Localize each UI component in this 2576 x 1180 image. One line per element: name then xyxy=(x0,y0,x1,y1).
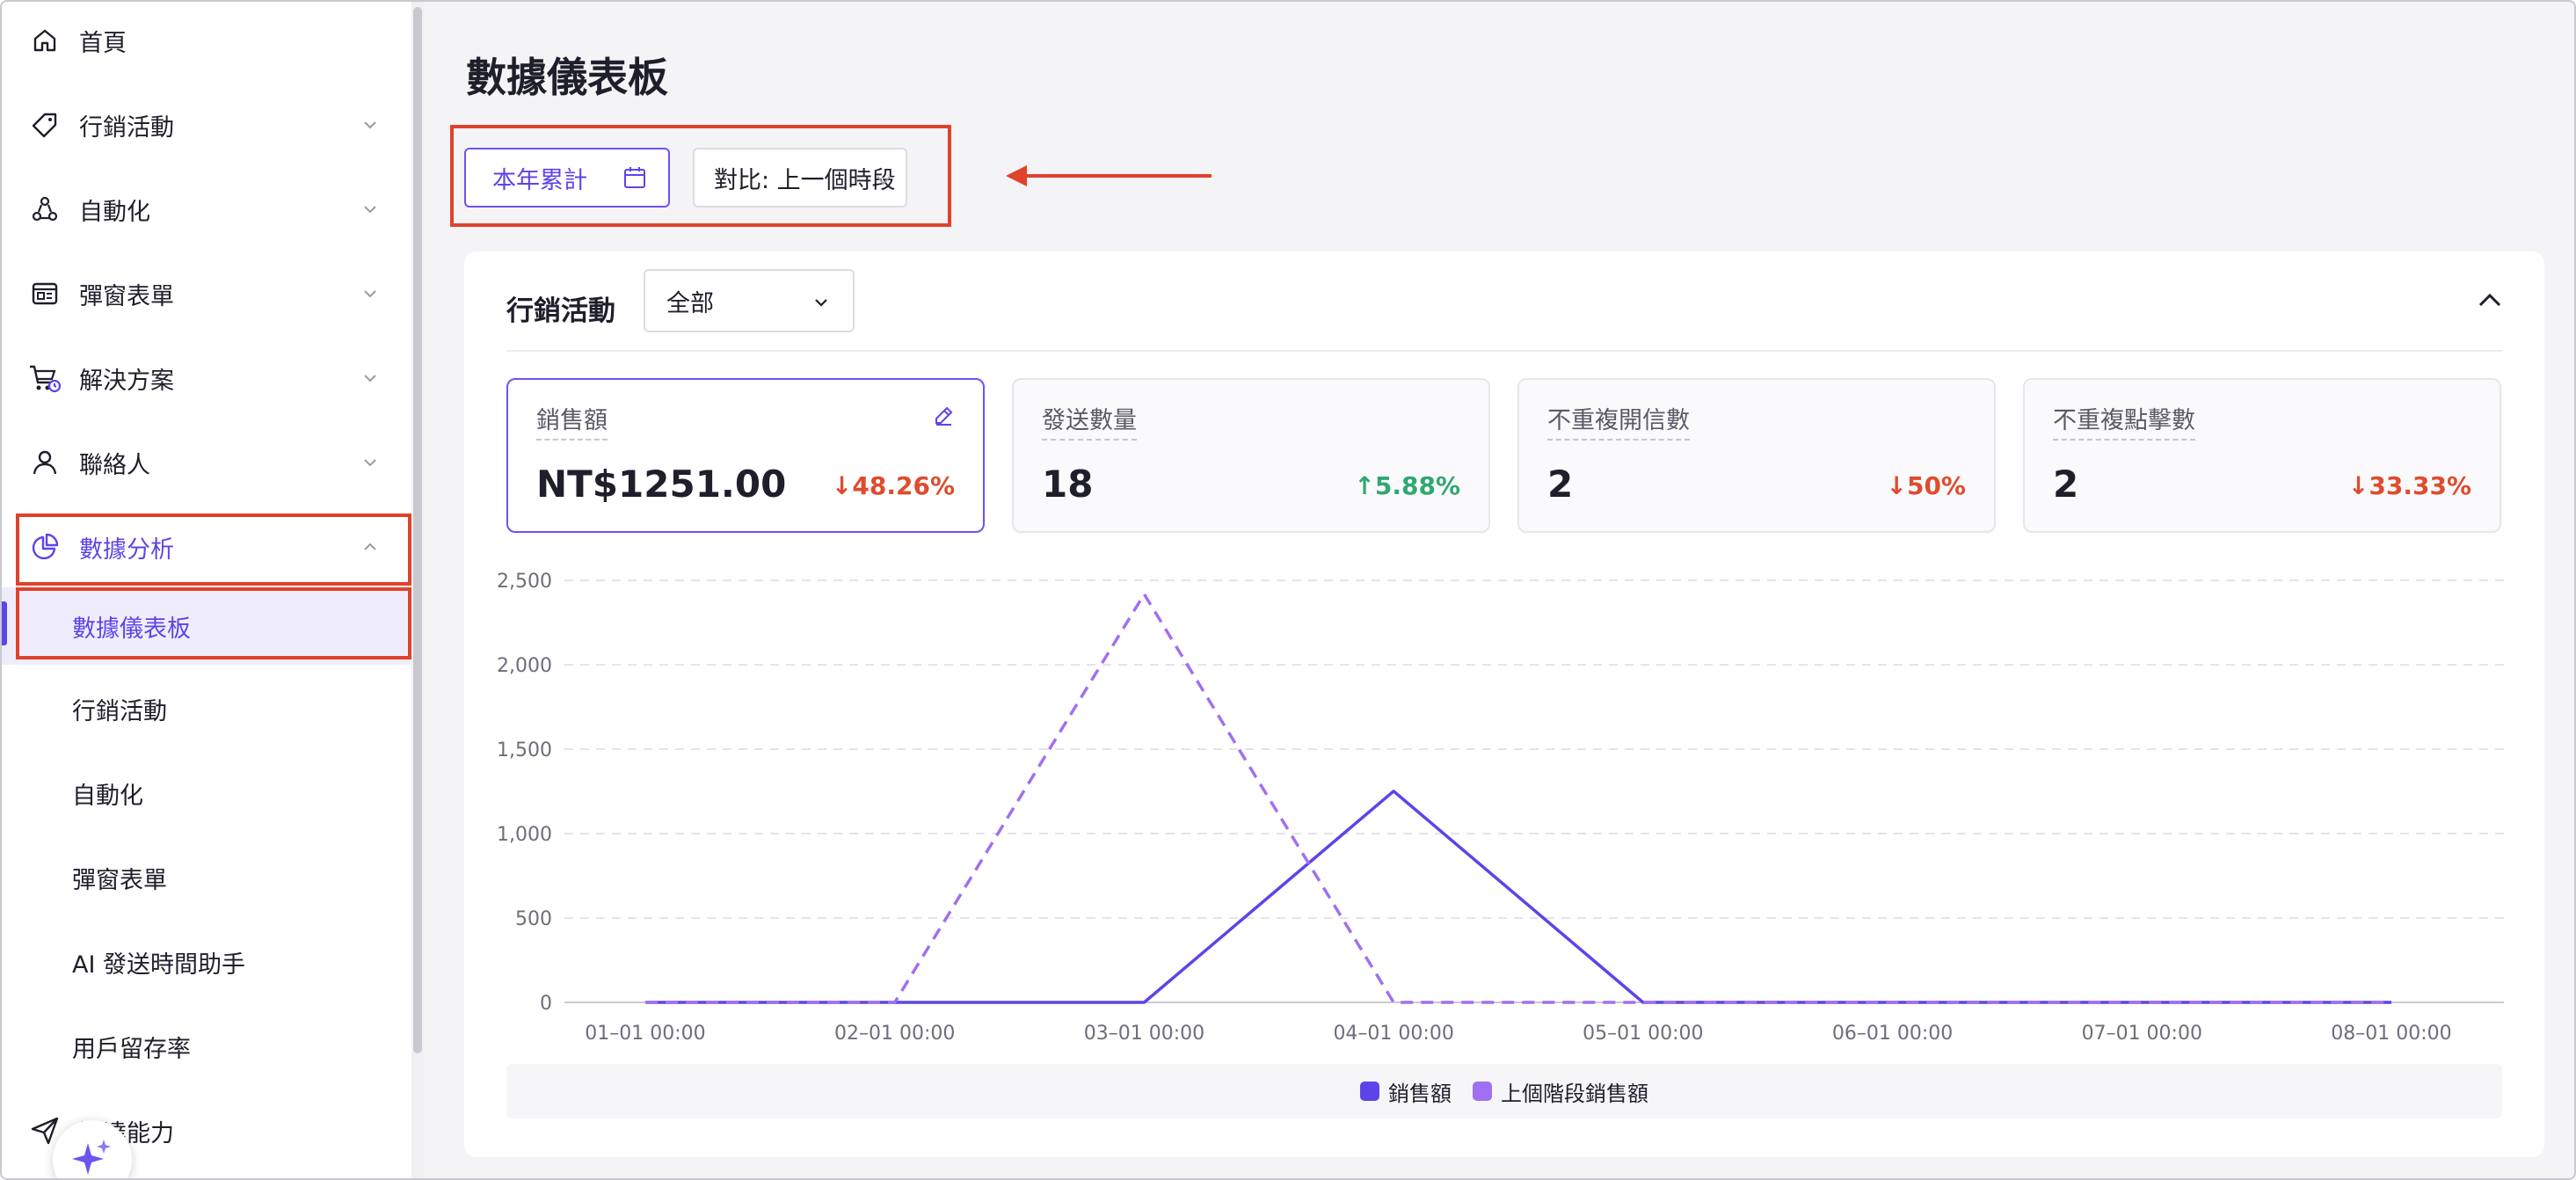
sidebar-item-label: 行銷活動 xyxy=(79,113,174,142)
sidebar-item-solutions[interactable]: 解決方案 xyxy=(2,339,411,417)
highlight-box xyxy=(16,587,411,659)
metric-label: 銷售額 xyxy=(536,401,608,441)
metric-card-sales[interactable]: 銷售額 NT$1251.00 ↓48.26% xyxy=(506,378,985,533)
chevron-down-icon xyxy=(815,299,827,307)
sidebar-subitem-popup-forms[interactable]: 彈窗表單 xyxy=(2,839,411,916)
metric-change-value: 48.26% xyxy=(852,471,955,500)
x-tick-label: 06–01 00:00 xyxy=(1832,1023,1953,1045)
series-line-2 xyxy=(645,592,2391,1004)
sidebar-item-label: 解決方案 xyxy=(79,367,174,395)
y-tick-label: 0 xyxy=(540,993,552,1015)
sidebar-item-popup-forms[interactable]: 彈窗表單 xyxy=(2,255,411,332)
y-tick-label: 2,000 xyxy=(497,655,552,677)
metric-change: ↓33.33% xyxy=(2347,471,2471,500)
chart-legend: 銷售額 上個階段銷售額 xyxy=(506,1064,2502,1118)
annotation-arrow-icon xyxy=(1006,165,1212,186)
y-tick-label: 500 xyxy=(515,908,552,930)
cart-icon xyxy=(28,361,62,395)
sidebar-item-label: 聯絡人 xyxy=(79,451,150,479)
chevron-down-icon xyxy=(364,375,376,382)
campaign-filter-value: 全部 xyxy=(666,289,714,317)
card-title: 行銷活動 xyxy=(506,295,615,327)
x-tick-label: 07–01 00:00 xyxy=(2082,1023,2202,1045)
metric-value: 2 xyxy=(2053,463,2079,506)
chevron-down-icon xyxy=(364,290,376,298)
metric-card-unique-opens[interactable]: 不重複開信數 2 ↓50% xyxy=(1517,378,1996,533)
collapse-chevron-icon[interactable] xyxy=(2476,287,2504,315)
sidebar-subitem-label: 彈窗表單 xyxy=(72,866,167,894)
sidebar-subitem-label: AI 發送時間助手 xyxy=(72,951,246,979)
metric-card-unique-clicks[interactable]: 不重複點擊數 2 ↓33.33% xyxy=(2023,378,2501,533)
y-tick-label: 1,500 xyxy=(497,739,552,761)
x-tick-label: 05–01 00:00 xyxy=(1583,1023,1703,1045)
legend-swatch xyxy=(1360,1082,1379,1101)
sidebar-subitem-campaigns[interactable]: 行銷活動 xyxy=(2,670,411,747)
home-icon xyxy=(28,24,62,57)
sidebar-subitem-retention[interactable]: 用戶留存率 xyxy=(2,1008,411,1085)
metric-change-value: 33.33% xyxy=(2369,471,2471,500)
sidebar-item-campaigns[interactable]: 行銷活動 xyxy=(2,86,411,164)
person-icon xyxy=(28,446,62,479)
metric-change: ↑5.88% xyxy=(1354,471,1460,500)
legend-label: 銷售額 xyxy=(1388,1081,1452,1106)
legend-item-previous-sales[interactable]: 上個階段銷售額 xyxy=(1473,1076,1648,1107)
legend-item-sales[interactable]: 銷售額 xyxy=(1360,1076,1452,1107)
app-window: 首頁 行銷活動 自動化 彈窗表單 解決方案 聯絡人 數據分析 數據儀表板 行銷活… xyxy=(0,0,2576,1180)
sidebar-scrollbar-thumb[interactable] xyxy=(413,7,422,1053)
x-tick-label: 01–01 00:00 xyxy=(585,1023,705,1045)
legend-label: 上個階段銷售額 xyxy=(1501,1081,1648,1106)
sidebar-item-label: 首頁 xyxy=(79,29,127,57)
y-tick-label: 2,500 xyxy=(497,571,552,593)
y-tick-label: 1,000 xyxy=(497,824,552,846)
metric-change: ↓50% xyxy=(1886,471,1967,500)
metric-value: NT$1251.00 xyxy=(536,463,787,506)
metric-value: 18 xyxy=(1042,463,1094,506)
metric-change-value: 50% xyxy=(1906,471,1966,500)
automation-icon xyxy=(28,193,62,226)
metric-change-value: 5.88% xyxy=(1374,471,1460,500)
tag-icon xyxy=(28,108,62,142)
campaign-filter-select[interactable]: 全部 xyxy=(644,269,855,332)
sidebar: 首頁 行銷活動 自動化 彈窗表單 解決方案 聯絡人 數據分析 數據儀表板 行銷活… xyxy=(2,2,411,1178)
edit-icon[interactable] xyxy=(932,404,955,427)
highlight-box xyxy=(450,125,951,227)
chevron-down-icon xyxy=(364,459,376,467)
metric-change: ↓48.26% xyxy=(831,471,955,500)
legend-swatch xyxy=(1473,1082,1492,1101)
x-tick-label: 02–01 00:00 xyxy=(834,1023,955,1045)
form-icon xyxy=(28,277,62,310)
metric-card-sent[interactable]: 發送數量 18 ↑5.88% xyxy=(1012,378,1490,533)
active-indicator xyxy=(2,601,7,645)
page-title: 數據儀表板 xyxy=(466,54,668,101)
highlight-box xyxy=(16,514,411,586)
sidebar-item-label: 彈窗表單 xyxy=(79,282,174,310)
metric-label: 不重複點擊數 xyxy=(2053,401,2195,441)
x-tick-label: 03–01 00:00 xyxy=(1084,1023,1204,1045)
sidebar-subitem-label: 用戶留存率 xyxy=(72,1035,191,1063)
sidebar-subitem-automation[interactable]: 自動化 xyxy=(2,754,411,832)
sidebar-item-contacts[interactable]: 聯絡人 xyxy=(2,424,411,501)
sidebar-item-label: 自動化 xyxy=(79,198,150,226)
metric-label: 不重複開信數 xyxy=(1547,401,1690,441)
sidebar-subitem-ai-send-time[interactable]: AI 發送時間助手 xyxy=(2,923,411,1001)
x-tick-label: 04–01 00:00 xyxy=(1333,1023,1453,1045)
sparkle-icon xyxy=(72,1140,111,1175)
x-tick-label: 08–01 00:00 xyxy=(2331,1023,2451,1045)
metric-label: 發送數量 xyxy=(1042,401,1137,441)
divider xyxy=(506,350,2502,352)
sidebar-item-home[interactable]: 首頁 xyxy=(2,2,411,79)
sidebar-subitem-label: 自動化 xyxy=(72,782,143,810)
chevron-down-icon xyxy=(364,121,376,129)
sales-line-chart: 0 500 1,000 1,500 2,000 2,500 01–01 00:00 02–01… xyxy=(497,571,2504,1045)
chevron-down-icon xyxy=(364,206,376,214)
sidebar-item-automation[interactable]: 自動化 xyxy=(2,171,411,248)
main-content: 數據儀表板 本年累計 對比: 上一個時段 行銷活動 全部 銷售額 NT$1251… xyxy=(424,2,2574,1178)
metric-value: 2 xyxy=(1547,463,1574,506)
sidebar-subitem-label: 行銷活動 xyxy=(72,697,167,725)
series-line-1 xyxy=(645,790,2391,1004)
campaign-analytics-card: 行銷活動 全部 銷售額 NT$1251.00 ↓48.26% 發送數量 18 ↑… xyxy=(464,251,2544,1157)
